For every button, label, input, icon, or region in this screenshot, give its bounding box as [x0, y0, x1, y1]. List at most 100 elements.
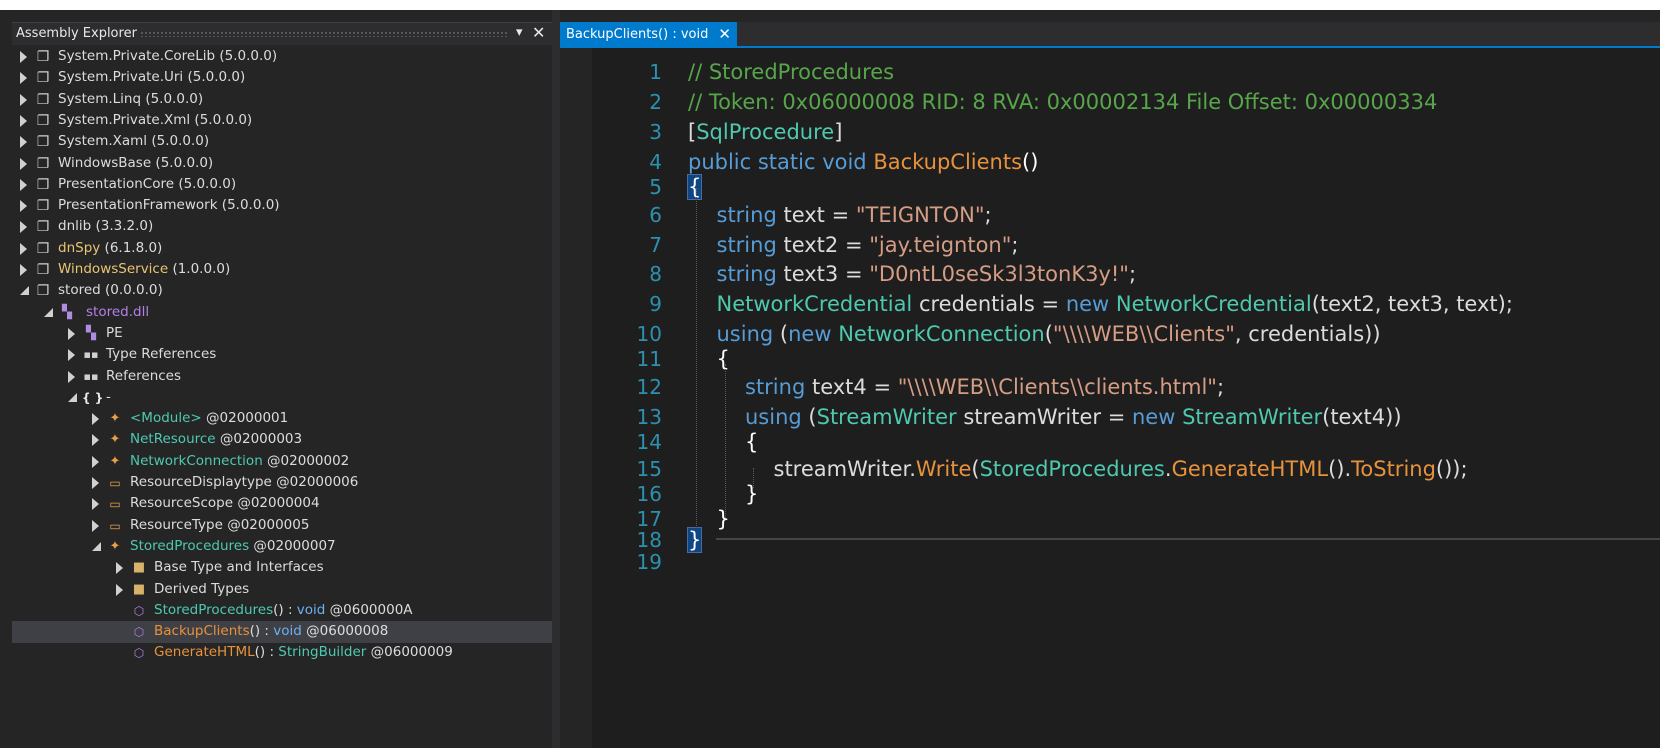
line-number: 10: [636, 322, 662, 346]
collapse-arrow-icon[interactable]: [92, 519, 99, 532]
label-part: NetworkConnection: [130, 452, 263, 469]
dropdown-arrow-icon[interactable]: ▾: [516, 25, 523, 40]
tree-node[interactable]: ❐ System.Linq (5.0.0.0): [12, 89, 552, 111]
code-token: Write: [915, 457, 972, 481]
references-icon: ▪▪: [83, 369, 99, 383]
collapse-arrow-icon[interactable]: [116, 562, 123, 575]
tree-node[interactable]: ▪▪ Type References: [12, 344, 552, 366]
label-part: WindowsBase: [58, 154, 152, 171]
tree-node[interactable]: ■ Base Type and Interfaces: [12, 557, 552, 579]
tree-node-label: System.Private.CoreLib (5.0.0.0): [58, 48, 277, 64]
collapse-arrow-icon[interactable]: [20, 51, 27, 63]
tree-node[interactable]: ❐ stored (0.0.0.0): [12, 280, 552, 302]
collapse-arrow-icon[interactable]: [20, 136, 27, 149]
collapse-arrow-icon[interactable]: [68, 349, 75, 362]
pe-icon: ▚: [86, 325, 96, 341]
tree-node[interactable]: ✦ StoredProcedures @02000007: [12, 536, 552, 558]
collapse-arrow-icon[interactable]: [92, 477, 99, 489]
tree-node[interactable]: ❐ System.Private.CoreLib (5.0.0.0): [12, 46, 552, 68]
tree-node[interactable]: ❐ System.Xaml (5.0.0.0): [12, 131, 552, 153]
folder-icon: ■: [132, 581, 146, 597]
tree-node[interactable]: ❐ dnlib (3.3.2.0): [12, 216, 552, 238]
label-part: (5.0.0.0): [174, 175, 237, 192]
label-part: (5.0.0.0): [183, 69, 246, 86]
expand-arrow-icon[interactable]: [20, 286, 29, 296]
current-line-highlight: [716, 538, 1660, 540]
label-part: (5.0.0.0): [151, 154, 214, 171]
tree-node[interactable]: ✦ <Module> @02000001: [12, 408, 552, 430]
tree-node[interactable]: ❐ PresentationFramework (5.0.0.0): [12, 195, 552, 217]
collapse-arrow-icon[interactable]: [92, 413, 99, 426]
line-number: 11: [636, 347, 662, 371]
tree-node[interactable]: { } -: [12, 387, 552, 409]
code-token: (: [779, 322, 789, 346]
collapse-arrow-icon[interactable]: [116, 583, 123, 596]
drag-grip[interactable]: [140, 31, 508, 37]
collapse-arrow-icon[interactable]: [68, 370, 75, 383]
tab-backupclients[interactable]: BackupClients() : void ✕: [560, 22, 737, 46]
class-icon: ✦: [109, 432, 121, 448]
collapse-arrow-icon[interactable]: [92, 455, 99, 468]
label-part: @06000009: [366, 644, 453, 661]
collapse-arrow-icon[interactable]: [68, 327, 75, 340]
label-part: @02000001: [201, 410, 289, 427]
collapse-arrow-icon[interactable]: [20, 221, 27, 234]
collapse-arrow-icon[interactable]: [20, 242, 27, 255]
collapse-arrow-icon[interactable]: [20, 93, 27, 106]
tree-node-label: <Module> @02000001: [130, 410, 288, 426]
code-token: ]: [834, 120, 843, 144]
tree-node[interactable]: ▪▪ References: [12, 366, 552, 388]
code-line: 12 string text4 = "\\\\WEB\\Clients\\clie…: [592, 373, 1660, 401]
assembly-icon: ❐: [36, 219, 50, 236]
tree-node[interactable]: ▭ ResourceType @02000005: [12, 515, 552, 537]
code-token: text2 =: [783, 233, 870, 257]
code-token: // StoredProcedures: [688, 60, 895, 84]
line-number: 3: [649, 120, 662, 144]
code-token: StoredProcedures: [979, 457, 1165, 481]
collapse-arrow-icon[interactable]: [20, 178, 27, 191]
collapse-arrow-icon[interactable]: [20, 157, 27, 170]
tree-node[interactable]: ■ Derived Types: [12, 579, 552, 601]
label-part: (0.0.0.0): [100, 282, 163, 299]
tree-node[interactable]: ❐ WindowsService (1.0.0.0): [12, 259, 552, 281]
tree-node[interactable]: ▭ ResourceScope @02000004: [12, 493, 552, 515]
tree-node[interactable]: ❐ dnSpy (6.1.8.0): [12, 238, 552, 260]
label-part: PresentationFramework: [58, 197, 218, 214]
collapse-arrow-icon[interactable]: [20, 72, 27, 85]
close-icon[interactable]: ✕: [718, 25, 731, 43]
collapse-arrow-icon[interactable]: [92, 498, 99, 511]
tree-node[interactable]: ⬡ BackupClients() : void @06000008: [12, 621, 552, 644]
code-token: string: [716, 233, 784, 257]
label-part: Type References: [106, 346, 217, 363]
tree-node[interactable]: ⬡ GenerateHTML() : StringBuilder @0600000…: [12, 642, 552, 664]
line-number: 9: [649, 292, 662, 316]
tree-node[interactable]: ⬡ StoredProcedures() : void @0600000A: [12, 600, 552, 622]
enum-icon: ▭: [109, 476, 121, 490]
collapse-arrow-icon[interactable]: [20, 264, 27, 276]
close-icon[interactable]: ✕: [532, 23, 545, 42]
code-token: ToString: [1351, 457, 1436, 481]
collapse-arrow-icon[interactable]: [20, 200, 27, 213]
code-token: GenerateHTML: [1171, 457, 1329, 481]
tree-node-label: stored.dll: [86, 304, 149, 320]
expand-arrow-icon[interactable]: [68, 392, 77, 402]
tree-node[interactable]: ❐ System.Private.Xml (5.0.0.0): [12, 110, 552, 132]
tree-node[interactable]: ▭ ResourceDisplaytype @02000006: [12, 472, 552, 494]
expand-arrow-icon[interactable]: [92, 541, 101, 551]
tree-node[interactable]: ❐ System.Private.Uri (5.0.0.0): [12, 67, 552, 89]
expand-arrow-icon[interactable]: [44, 307, 53, 317]
collapse-arrow-icon[interactable]: [20, 114, 27, 127]
tree-node[interactable]: ✦ NetworkConnection @02000002: [12, 451, 552, 473]
code-token: StreamWriter: [1182, 405, 1323, 429]
tree-node[interactable]: ▚ stored.dll: [12, 302, 552, 324]
panel-splitter[interactable]: [552, 10, 560, 748]
tree-node[interactable]: ▚ PE: [12, 323, 552, 345]
code-area[interactable]: 1 // StoredProcedures 2 // Token: 0x0600000…: [592, 48, 1660, 748]
tree-node[interactable]: ✦ NetResource @02000003: [12, 429, 552, 451]
tree-node[interactable]: ❐ PresentationCore (5.0.0.0): [12, 174, 552, 196]
line-number: 2: [649, 90, 662, 114]
tree-node[interactable]: ❐ WindowsBase (5.0.0.0): [12, 153, 552, 175]
collapse-arrow-icon[interactable]: [92, 434, 99, 447]
code-token: streamWriter =: [963, 405, 1132, 429]
tree-node-label: stored (0.0.0.0): [58, 282, 163, 298]
